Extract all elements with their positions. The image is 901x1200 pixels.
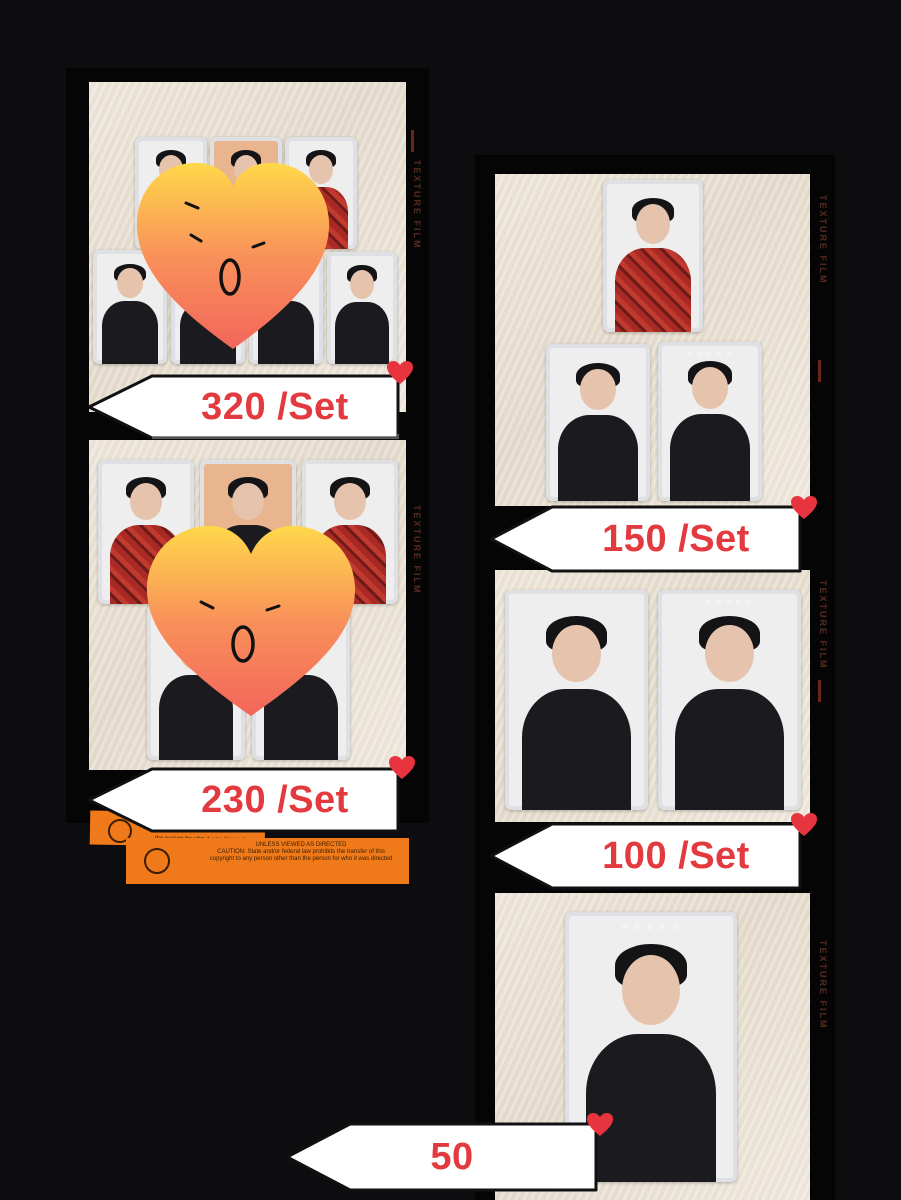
price-label: 320 /Set xyxy=(201,385,349,428)
film-edge-mark xyxy=(818,360,821,382)
film-edge-label: TEXTURE FILM xyxy=(412,505,422,595)
price-tag-set-a: 320 /Set xyxy=(86,361,416,442)
film-edge-label: TEXTURE FILM xyxy=(818,580,828,670)
small-heart-icon xyxy=(587,1113,613,1136)
film-edge-label: TEXTURE FILM xyxy=(412,160,422,250)
photocard xyxy=(603,180,703,332)
film-edge-mark xyxy=(411,130,414,152)
photocard: ★★★★★ xyxy=(658,342,762,501)
photocard xyxy=(505,590,648,810)
photo-set-d: ★★★★★ xyxy=(495,570,810,822)
photo-set-c: ★★★★★ xyxy=(495,174,810,506)
small-heart-icon xyxy=(389,756,415,779)
smiley-icon xyxy=(144,848,170,874)
price-tag-set-b: 230 /Set xyxy=(86,756,416,835)
film-edge-mark xyxy=(818,680,821,702)
price-label: 100 /Set xyxy=(602,834,750,877)
small-heart-icon xyxy=(791,813,817,836)
price-tag-set-c: 150 /Set xyxy=(488,496,818,575)
small-heart-icon xyxy=(387,361,413,384)
photocard xyxy=(327,252,397,364)
price-label: 50 xyxy=(430,1135,474,1178)
price-tag-single: 50 xyxy=(284,1113,614,1194)
heart-sticker-icon xyxy=(136,162,330,349)
price-label: 230 /Set xyxy=(201,778,349,821)
price-tag-set-d: 100 /Set xyxy=(488,813,818,892)
photocard: ★★★★★ xyxy=(658,590,801,810)
film-edge-label: TEXTURE FILM xyxy=(818,195,828,285)
sticker-text: CAUTION: State and/or federal law prohib… xyxy=(209,849,393,862)
heart-sticker-icon xyxy=(146,525,356,716)
film-edge-label: TEXTURE FILM xyxy=(818,940,828,1030)
sticker-strip: UNLESS VIEWED AS DIRECTED CAUTION: State… xyxy=(126,838,409,884)
photocard xyxy=(546,344,650,501)
small-heart-icon xyxy=(791,496,817,519)
sticker-text: UNLESS VIEWED AS DIRECTED xyxy=(255,842,347,848)
price-label: 150 /Set xyxy=(602,517,750,560)
